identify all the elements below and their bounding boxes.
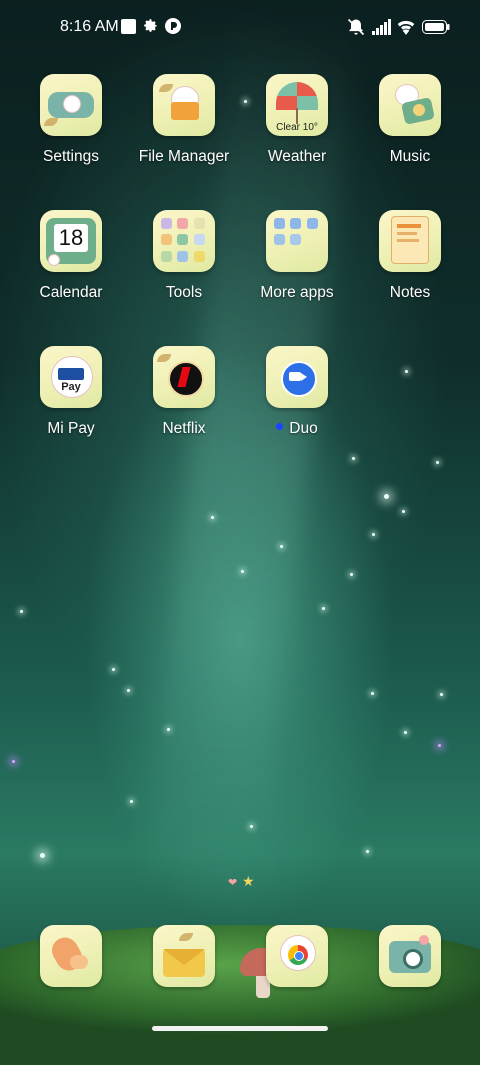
- calendar-icon[interactable]: 18: [40, 210, 102, 272]
- new-app-dot: [276, 423, 284, 431]
- wifi-icon: [396, 18, 416, 40]
- square-notification-icon: [121, 19, 136, 34]
- app-label: Settings: [42, 148, 99, 165]
- status-bar: 8:16 AM: [0, 0, 480, 56]
- app-label: Notes: [389, 284, 431, 301]
- signal-icon: [372, 19, 392, 40]
- app-duo[interactable]: Duo: [242, 346, 352, 438]
- app-label: Tools: [165, 284, 203, 301]
- app-label: File Manager: [138, 148, 230, 165]
- app-file-manager[interactable]: File Manager: [129, 74, 239, 166]
- app-label: Music: [389, 148, 431, 165]
- mi-pay-tile-text: Pay: [61, 381, 81, 393]
- app-calendar[interactable]: 18 Calendar: [16, 210, 126, 302]
- app-music[interactable]: Music: [355, 74, 465, 166]
- app-label: More apps: [260, 284, 334, 301]
- app-weather[interactable]: Clear 10° Weather: [242, 74, 352, 166]
- duo-icon[interactable]: [266, 346, 328, 408]
- calendar-tile-date: 18: [54, 224, 88, 252]
- app-netflix[interactable]: Netflix: [129, 346, 239, 438]
- file-manager-icon[interactable]: [153, 74, 215, 136]
- mute-icon: [346, 17, 366, 42]
- weather-icon[interactable]: Clear 10°: [266, 74, 328, 136]
- app-more-apps[interactable]: More apps: [242, 210, 352, 302]
- dock-camera-icon[interactable]: [379, 925, 441, 987]
- notes-icon[interactable]: [379, 210, 441, 272]
- mi-pay-icon-glyph: [58, 368, 84, 380]
- dock-messages-icon[interactable]: [153, 925, 215, 987]
- gear-icon: [142, 17, 159, 39]
- app-mi-pay[interactable]: Pay Mi Pay: [16, 346, 126, 438]
- settings-icon[interactable]: [40, 74, 102, 136]
- more-apps-folder-icon[interactable]: [266, 210, 328, 272]
- star-icon: ★: [242, 873, 255, 889]
- mi-pay-icon[interactable]: Pay: [40, 346, 102, 408]
- tools-folder-icon[interactable]: [153, 210, 215, 272]
- app-settings[interactable]: Settings: [16, 74, 126, 166]
- dock-chrome-icon[interactable]: [266, 925, 328, 987]
- app-label: Duo: [289, 420, 318, 437]
- app-label: Calendar: [39, 284, 103, 301]
- app-notes[interactable]: Notes: [355, 210, 465, 302]
- netflix-icon[interactable]: [153, 346, 215, 408]
- app-tools[interactable]: Tools: [129, 210, 239, 302]
- app-notification-icon: [165, 18, 181, 39]
- weather-tile-text: Clear 10°: [276, 122, 318, 133]
- app-label: Netflix: [162, 420, 206, 437]
- status-time: 8:16 AM: [60, 18, 119, 35]
- app-label-wrapper: Duo: [242, 420, 352, 438]
- music-icon[interactable]: [379, 74, 441, 136]
- app-label: Mi Pay: [47, 420, 95, 437]
- home-gesture-bar[interactable]: [152, 1026, 328, 1031]
- app-label: Weather: [267, 148, 327, 165]
- dock-phone-icon[interactable]: [40, 925, 102, 987]
- battery-icon: [422, 20, 450, 39]
- heart-icon: ❤: [228, 877, 238, 889]
